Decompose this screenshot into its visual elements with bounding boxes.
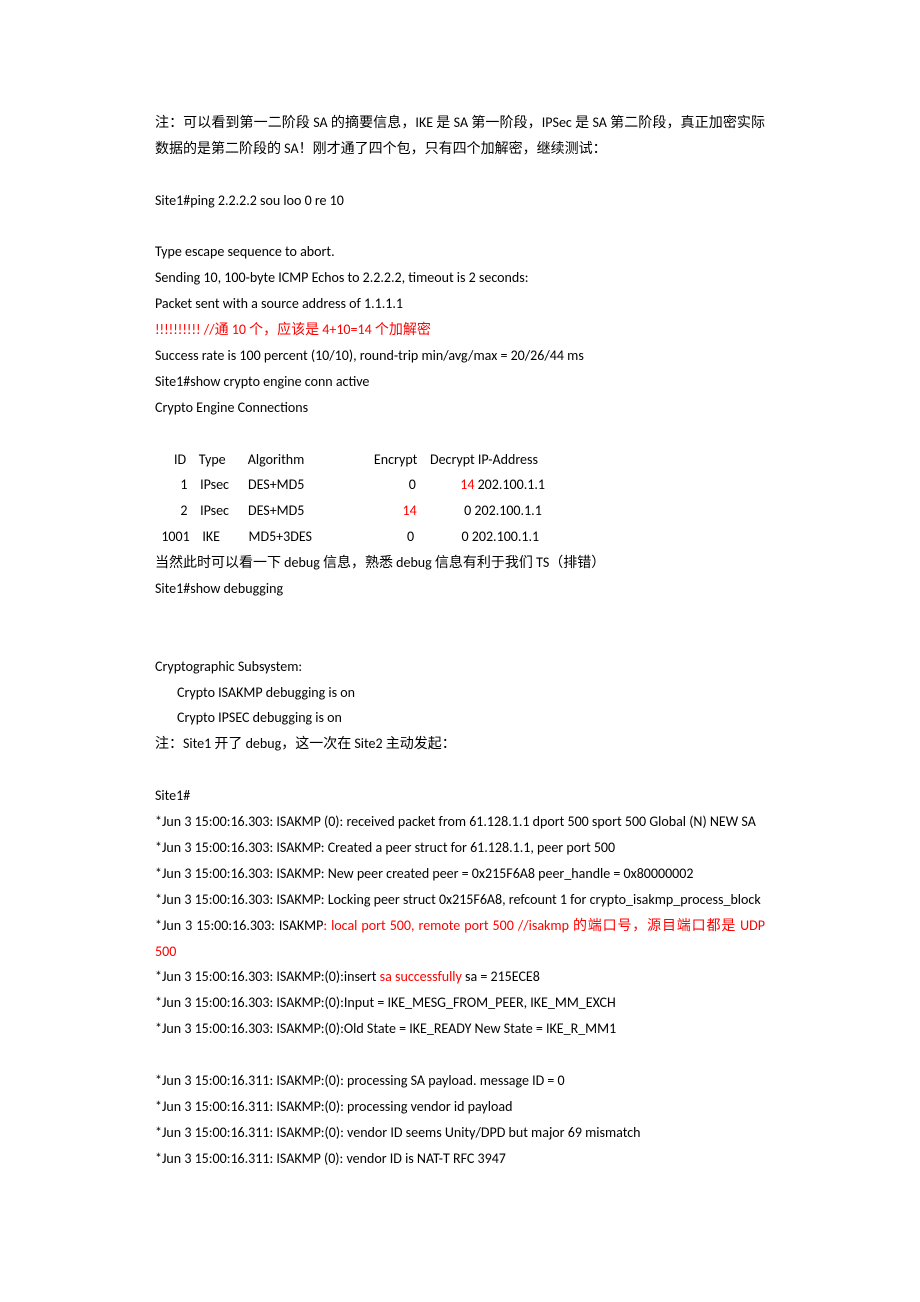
log-port-info: *Jun 3 15:00:16.303: ISAKMP: local port … — [155, 913, 765, 965]
isakmp-debug-on: Crypto ISAKMP debugging is on — [155, 680, 765, 706]
packet-sent-line: Packet sent with a source address of 1.1… — [155, 291, 765, 317]
ping-result-annotation: !!!!!!!!!! //通 10 个，应该是 4+10=14 个加解密 — [155, 317, 765, 343]
log22-suffix: sa = 215ECE8 — [462, 968, 540, 985]
log22-sa-success: sa successfully — [380, 968, 462, 985]
log-vendor-id-nat-t: *Jun 3 15:00:16.311: ISAKMP (0): vendor … — [155, 1146, 765, 1172]
cmd-show-crypto-engine: Site1#show crypto engine conn active — [155, 369, 765, 395]
cmd-ping: Site1#ping 2.2.2.2 sou loo 0 re 10 — [155, 188, 765, 214]
note-site2-initiate: 注：Site1 开了 debug，这一次在 Site2 主动发起： — [155, 731, 765, 757]
success-rate-line: Success rate is 100 percent (10/10), rou… — [155, 343, 765, 369]
blank-line — [155, 1042, 765, 1068]
row1-left: 1 IPsec DES+MD5 0 — [155, 476, 460, 493]
log22-prefix: *Jun 3 15:00:16.303: ISAKMP:(0):insert — [155, 968, 380, 985]
log-vendor-id-unity: *Jun 3 15:00:16.311: ISAKMP:(0): vendor … — [155, 1120, 765, 1146]
blank-line — [155, 757, 765, 783]
table-row-2: 2 IPsec DES+MD5 14 0 202.100.1.1 — [155, 498, 765, 524]
table-header: ID Type Algorithm Encrypt Decrypt IP-Add… — [155, 447, 765, 473]
site1-prompt: Site1# — [155, 783, 765, 809]
row2-encrypt-count: 14 — [402, 502, 416, 519]
blank-line — [155, 628, 765, 654]
blank-line — [155, 421, 765, 447]
note-sa-summary: 注：可以看到第一二阶段 SA 的摘要信息，IKE 是 SA 第一阶段，IPSec… — [155, 110, 765, 162]
blank-line — [155, 162, 765, 188]
log17-prefix: *Jun — [155, 813, 184, 830]
log-new-peer-created: *Jun 3 15:00:16.303: ISAKMP: New peer cr… — [155, 861, 765, 887]
crypto-subsystem-heading: Cryptographic Subsystem: — [155, 654, 765, 680]
sending-line: Sending 10, 100-byte ICMP Echos to 2.2.2… — [155, 265, 765, 291]
log21-prefix: *Jun 3 15:00:16.303: ISAKMP — [155, 917, 323, 934]
log-received-packet: *Jun 3 15:00:16.303: ISAKMP (0): receive… — [155, 809, 765, 835]
ipsec-debug-on: Crypto IPSEC debugging is on — [155, 705, 765, 731]
row1-decrypt-count: 14 — [460, 476, 474, 493]
log17-body: 3 15:00:16.303: ISAKMP (0): received pac… — [184, 813, 756, 830]
row2-left: 2 IPsec DES+MD5 — [155, 502, 402, 519]
log-processing-sa-payload: *Jun 3 15:00:16.311: ISAKMP:(0): process… — [155, 1068, 765, 1094]
log-insert-sa: *Jun 3 15:00:16.303: ISAKMP:(0):insert s… — [155, 964, 765, 990]
log-locking-peer: *Jun 3 15:00:16.303: ISAKMP: Locking pee… — [155, 887, 765, 913]
cmd-show-debugging: Site1#show debugging — [155, 576, 765, 602]
blank-line — [155, 214, 765, 240]
log-created-peer-struct: *Jun 3 15:00:16.303: ISAKMP: Created a p… — [155, 835, 765, 861]
table-row-3: 1001 IKE MD5+3DES 0 0 202.100.1.1 — [155, 524, 765, 550]
log-input-ike-mesg: *Jun 3 15:00:16.303: ISAKMP:(0):Input = … — [155, 990, 765, 1016]
log-state-change: *Jun 3 15:00:16.303: ISAKMP:(0):Old Stat… — [155, 1016, 765, 1042]
crypto-engine-heading: Crypto Engine Connections — [155, 395, 765, 421]
row1-ip: 202.100.1.1 — [474, 476, 545, 493]
escape-line: Type escape sequence to abort. — [155, 239, 765, 265]
blank-line — [155, 602, 765, 628]
table-row-1: 1 IPsec DES+MD5 0 14 202.100.1.1 — [155, 472, 765, 498]
log-processing-vendor-id: *Jun 3 15:00:16.311: ISAKMP:(0): process… — [155, 1094, 765, 1120]
row2-rest: 0 202.100.1.1 — [417, 502, 542, 519]
debug-note: 当然此时可以看一下 debug 信息，熟悉 debug 信息有利于我们 TS（排… — [155, 550, 765, 576]
